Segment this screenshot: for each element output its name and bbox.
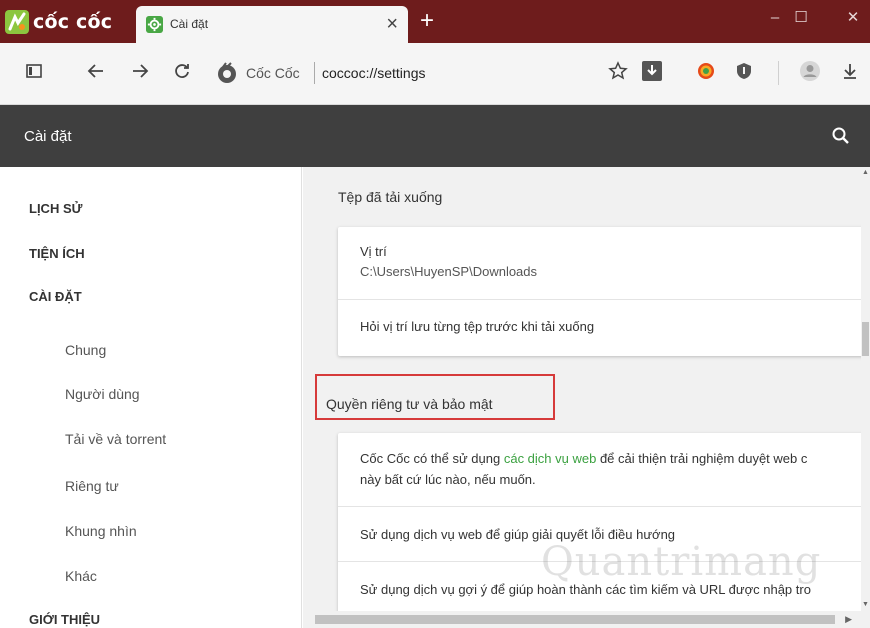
sidebar-item-general[interactable]: Chung [65, 342, 106, 358]
scroll-down-arrow-icon[interactable]: ▼ [861, 601, 870, 609]
title-bar: cốc cốc Cài đặt × + – ☐ ✕ [0, 0, 870, 43]
settings-sidebar: LỊCH SỬ TIỆN ÍCH CÀI ĐẶT Chung Người dùn… [0, 167, 302, 628]
web-services-text-start: Cốc Cốc có thể sử dụng [360, 451, 504, 466]
web-services-line1: Cốc Cốc có thể sử dụng các dịch vụ web đ… [360, 451, 807, 466]
horizontal-scrollbar[interactable]: ▶ [303, 611, 870, 628]
horizontal-scroll-thumb[interactable] [315, 615, 835, 624]
forward-icon[interactable] [128, 59, 152, 83]
download-location-label: Vị trí [360, 244, 387, 259]
page-title: Cài đặt [24, 128, 72, 145]
downloads-card: Vị trí C:\Users\HuyenSP\Downloads Hỏi vị… [338, 227, 861, 356]
tab-title: Cài đặt [170, 17, 209, 31]
downloads-icon[interactable] [838, 59, 862, 83]
back-icon[interactable] [84, 59, 108, 83]
sidebar-item-history[interactable]: LỊCH SỬ [29, 201, 82, 216]
downloads-section-title: Tệp đã tải xuống [338, 189, 443, 205]
vertical-scrollbar[interactable]: ▲ ▼ [861, 167, 870, 611]
ask-location-row[interactable]: Hỏi vị trí lưu từng tệp trước khi tải xu… [338, 300, 861, 356]
sidebar-item-other[interactable]: Khác [65, 568, 97, 584]
sidebar-toggle-icon[interactable] [22, 59, 46, 83]
shield-icon[interactable] [732, 59, 756, 83]
address-bar[interactable]: Cốc Cốc coccoc://settings [210, 56, 660, 90]
sidebar-item-extensions[interactable]: TIỆN ÍCH [29, 246, 85, 261]
new-tab-button[interactable]: + [420, 8, 434, 34]
web-services-link[interactable]: các dịch vụ web [504, 451, 597, 466]
settings-content: Tệp đã tải xuống Vị trí C:\Users\HuyenSP… [303, 167, 861, 611]
download-page-icon[interactable] [640, 59, 664, 83]
gear-icon [146, 16, 163, 33]
settings-header: Cài đặt [0, 105, 870, 167]
sidebar-item-settings[interactable]: CÀI ĐẶT [29, 289, 82, 304]
sidebar-item-about[interactable]: GIỚI THIỆU [29, 612, 100, 627]
web-services-text-end: để cải thiện trải nghiệm duyệt web c [596, 451, 808, 466]
sidebar-item-privacy[interactable]: Riêng tư [65, 478, 119, 494]
coccoc-site-icon [218, 62, 236, 83]
reload-icon[interactable] [170, 59, 194, 83]
scroll-right-arrow-icon[interactable]: ▶ [845, 614, 852, 625]
tab-settings[interactable]: Cài đặt × [136, 6, 408, 43]
site-name: Cốc Cốc [246, 65, 300, 81]
browser-window: cốc cốc Cài đặt × + – ☐ ✕ Cốc Cốc coccoc… [0, 0, 870, 628]
download-location-row[interactable]: Vị trí C:\Users\HuyenSP\Downloads [338, 227, 861, 300]
extension-rainbow-icon[interactable] [694, 59, 718, 83]
close-window-button[interactable]: ✕ [838, 6, 868, 30]
ask-location-label: Hỏi vị trí lưu từng tệp trước khi tải xu… [360, 319, 595, 334]
url-text[interactable]: coccoc://settings [322, 65, 426, 81]
toolbar-divider [778, 61, 779, 85]
sidebar-item-appearance[interactable]: Khung nhìn [65, 523, 137, 539]
coccoc-menu-button[interactable]: cốc cốc [4, 8, 112, 36]
bookmark-star-icon[interactable] [606, 59, 630, 83]
watermark: Quantrimang [541, 539, 822, 585]
omnibox-divider [314, 62, 315, 84]
privacy-section-title: Quyền riêng tư và bảo mật [326, 396, 493, 412]
profile-avatar-icon[interactable] [798, 59, 822, 83]
scroll-up-arrow-icon[interactable]: ▲ [861, 169, 870, 177]
maximize-button[interactable]: ☐ [786, 6, 816, 30]
brand-name: cốc cốc [33, 11, 113, 33]
vertical-scroll-thumb[interactable] [862, 322, 869, 356]
coccoc-logo-icon [5, 10, 29, 34]
sidebar-item-downloads-torrent[interactable]: Tải về và torrent [65, 431, 166, 447]
web-services-line2: này bất cứ lúc nào, nếu muốn. [360, 472, 536, 487]
toolbar: Cốc Cốc coccoc://settings [0, 43, 870, 105]
sidebar-item-users[interactable]: Người dùng [65, 386, 140, 402]
download-location-value: C:\Users\HuyenSP\Downloads [360, 264, 538, 279]
tab-close-icon[interactable]: × [386, 12, 398, 36]
search-icon[interactable] [830, 125, 852, 147]
web-services-row[interactable]: Cốc Cốc có thể sử dụng các dịch vụ web đ… [338, 433, 861, 507]
